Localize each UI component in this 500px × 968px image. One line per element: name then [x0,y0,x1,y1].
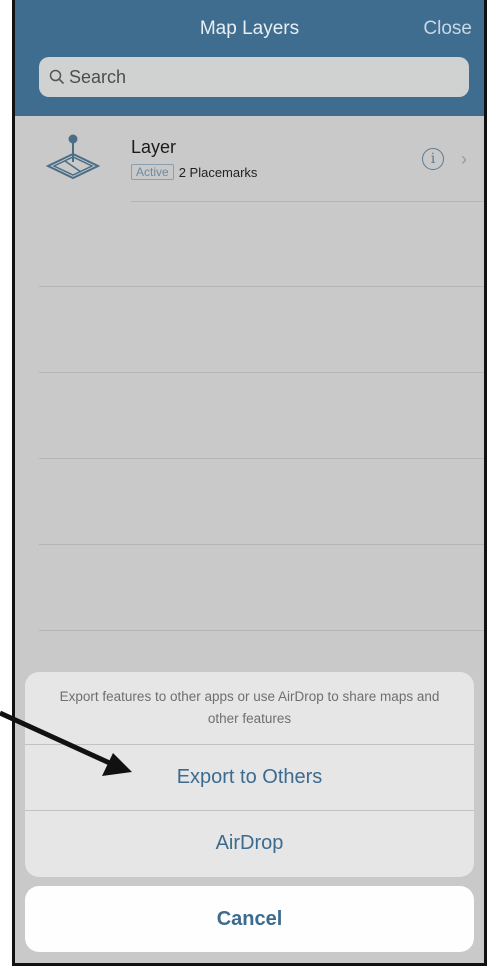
separator [39,286,484,287]
search-field[interactable]: Search [39,57,469,97]
phone-screen: Map Layers Close Search Layer Active 2 P… [12,0,487,966]
layer-details: Active 2 Placemarks [131,164,257,180]
placemark-count: 2 Placemarks [178,164,258,180]
separator [39,458,484,459]
separator [131,201,484,202]
separator [39,630,484,631]
status-badge: Active [131,164,174,180]
separator [39,544,484,545]
action-sheet-message: Export features to other apps or use Air… [59,689,440,726]
cancel-button[interactable]: Cancel [25,886,474,952]
layer-row[interactable]: Layer Active 2 Placemarks i › [15,116,484,202]
airdrop-button[interactable]: AirDrop [25,810,474,876]
separator [39,372,484,373]
chevron-right-icon: › [461,149,467,169]
close-button[interactable]: Close [423,18,472,40]
search-icon [49,69,65,85]
info-icon[interactable]: i [422,148,444,170]
layer-name: Layer [131,137,177,157]
action-sheet: Export features to other apps or use Air… [25,672,474,877]
page-title: Map Layers [199,18,300,39]
navigation-bar: Map Layers Close Search [15,0,484,116]
search-placeholder: Search [69,66,127,87]
export-to-others-button[interactable]: Export to Others [25,744,474,810]
map-layer-pin-icon [45,134,101,180]
